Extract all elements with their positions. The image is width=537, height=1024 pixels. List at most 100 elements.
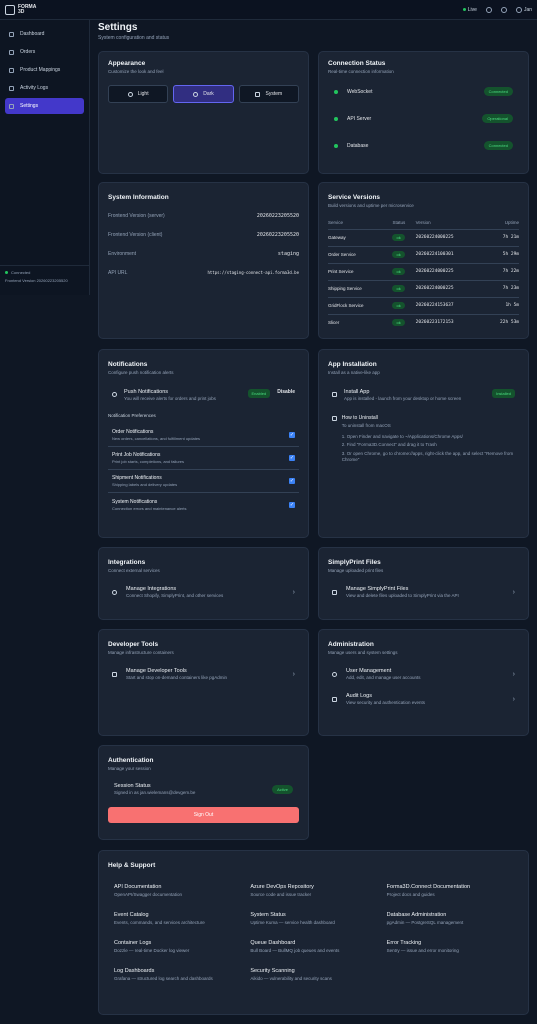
bell-icon	[112, 392, 117, 397]
help-link-event-catalog[interactable]: Event Catalog Events, commands, and servi…	[114, 912, 240, 925]
theme-dark-button[interactable]: Dark	[173, 85, 234, 103]
service-version: 20260224153637	[415, 296, 485, 314]
connection-name: WebSocket	[347, 88, 373, 95]
download-icon	[332, 392, 337, 397]
service-uptime: 7h 21m	[484, 228, 519, 246]
sysinfo-row: Frontend Version (server) 20260223205520	[108, 206, 299, 225]
help-support-card: Help & Support API Documentation OpenAPI/…	[98, 850, 529, 1015]
uninstall-step: 2. Find "Forma3D.Connect" and drag it to…	[341, 442, 437, 447]
help-title: Azure DevOps Repository	[250, 884, 314, 890]
manage-developer-tools-link[interactable]: Manage Developer Tools Start and stop on-…	[108, 668, 299, 680]
service-uptime: 1h 5m	[484, 296, 519, 314]
help-description: Source code and issue tracker	[250, 892, 312, 897]
connection-status: Connected	[11, 270, 31, 275]
monitor-icon	[255, 91, 261, 97]
manage-simplyprint-files-link[interactable]: Manage SimplyPrint Files View and delete …	[328, 586, 519, 598]
connection-name: Database	[347, 142, 369, 149]
sidebar-item-product-mappings[interactable]: Product Mappings	[5, 62, 84, 78]
audit-logs-link[interactable]: Audit Logs View security and authenticati…	[328, 693, 519, 705]
column-header: Service	[328, 220, 344, 226]
card-subtitle: Connect external services	[108, 568, 160, 573]
uninstall-step: 1. Open Finder and navigate to ~/Applica…	[341, 433, 463, 439]
sysinfo-value: 20260223205520	[256, 212, 299, 219]
service-uptime: 7h 23m	[484, 279, 519, 297]
help-link-security-scanning[interactable]: Security Scanning Aikido — vulnerability …	[250, 968, 376, 981]
status-badge: ok	[392, 285, 405, 292]
card-subtitle: Install as a native-like app	[328, 370, 380, 375]
card-title: Service Versions	[328, 194, 381, 201]
card-title: Notifications	[108, 361, 148, 368]
sidebar-item-activity-logs[interactable]: Activity Logs	[5, 80, 84, 96]
table-row: GridFlock Service ok 20260224153637 1h 5m	[328, 296, 519, 314]
card-title: App Installation	[328, 361, 377, 368]
main-content: Settings System configuration and status	[98, 22, 530, 41]
link-title: Manage Developer Tools	[126, 668, 187, 674]
sidebar-item-dashboard[interactable]: Dashboard	[5, 26, 84, 42]
pref-system-notifications: System Notifications Connection errors an…	[108, 493, 299, 516]
system-information-card: System Information Frontend Version (ser…	[98, 182, 309, 339]
status-dot-icon	[334, 89, 338, 94]
card-title: System Information	[108, 194, 169, 201]
card-title: Administration	[328, 641, 374, 648]
pref-checkbox[interactable]: ✓	[289, 501, 295, 508]
user-management-link[interactable]: User Management Add, edit, and manage use…	[328, 668, 519, 680]
help-link-queue-dashboard[interactable]: Queue Dashboard Bull Board — BullMQ job q…	[250, 940, 376, 953]
button-label: System	[265, 91, 283, 97]
help-link-api-docs[interactable]: API Documentation OpenAPI/Swagger documen…	[114, 884, 240, 897]
pref-print-job-notifications: Print Job Notifications Print job starts,…	[108, 447, 299, 470]
help-description: OpenAPI/Swagger documentation	[114, 892, 183, 897]
help-link-database-admin[interactable]: Database Administration pgAdmin — Postgre…	[387, 912, 513, 925]
manage-integrations-link[interactable]: Manage Integrations Connect Shopify, Simp…	[108, 586, 299, 598]
service-uptime: 22h 53m	[484, 313, 519, 331]
uninstall-step: 3. Or open Chrome, go to chrome://apps, …	[341, 450, 514, 463]
session-title: Session Status	[114, 783, 151, 789]
administration-card: Administration Manage users and system s…	[318, 629, 529, 736]
file-icon	[332, 589, 337, 595]
pref-checkbox[interactable]: ✓	[289, 455, 295, 461]
theme-light-button[interactable]: Light	[108, 85, 169, 103]
help-description: Uptime Kuma — service health dashboard	[250, 920, 335, 925]
help-link-log-dashboards[interactable]: Log Dashboards Grafana — structured log s…	[114, 968, 240, 981]
disable-button[interactable]: Disable	[277, 389, 295, 395]
column-header: Version	[415, 220, 431, 226]
table-row: Order Service ok 20260224100301 5h 29m	[328, 245, 519, 263]
users-icon	[332, 671, 337, 677]
link-title: Manage SimplyPrint Files	[346, 586, 409, 592]
pref-checkbox[interactable]: ✓	[289, 478, 295, 484]
service-version: 20260224100301	[415, 245, 485, 263]
help-link-documentation[interactable]: Forma3D.Connect Documentation Project doc…	[387, 884, 513, 897]
chevron-right-icon: ›	[292, 588, 295, 596]
sysinfo-label: Frontend Version (server)	[108, 212, 165, 219]
session-description: Signed in as jan.wielemans@devgem.be	[114, 790, 196, 795]
connection-name: API Server	[347, 115, 372, 122]
status-badge: ok	[392, 251, 405, 258]
sidebar-status: Connected Frontend Version 2026022320552…	[0, 265, 90, 287]
help-title: Queue Dashboard	[250, 940, 296, 946]
moon-icon	[193, 91, 199, 97]
pref-title: Order Notifications	[112, 429, 154, 435]
service-name: Print Service	[328, 262, 393, 280]
help-link-container-logs[interactable]: Container Logs Dozzle — real-time Docker …	[114, 940, 240, 953]
service-version: 20260223172153	[415, 313, 485, 331]
help-link-system-status[interactable]: System Status Uptime Kuma — service healt…	[250, 912, 376, 925]
activity-icon	[9, 85, 14, 91]
theme-system-button[interactable]: System	[238, 85, 299, 103]
bell-icon[interactable]	[500, 6, 507, 13]
link-title: Manage Integrations	[126, 586, 177, 592]
brand-logo[interactable]: FORMA 3D	[5, 4, 36, 15]
help-description: Sentry — issue and error monitoring	[386, 948, 459, 953]
help-link-error-tracking[interactable]: Error Tracking Sentry — issue and error m…	[387, 940, 513, 953]
simplyprint-files-card: SimplyPrint Files Manage uploaded print …	[318, 547, 529, 620]
sidebar-item-orders[interactable]: Orders	[5, 44, 84, 60]
table-row: Gateway ok 20260224000225 7h 21m	[328, 228, 519, 246]
help-link-azure-devops[interactable]: Azure DevOps Repository Source code and i…	[250, 884, 376, 897]
help-title: Security Scanning	[250, 968, 295, 974]
uninstall-os: To uninstall from macOS	[341, 423, 391, 428]
sign-out-button[interactable]: Sign Out	[108, 807, 299, 823]
theme-toggle-icon[interactable]	[485, 6, 492, 13]
service-version: 20260224000225	[415, 228, 485, 246]
user-menu[interactable]: Jan	[515, 6, 532, 13]
sidebar-item-settings[interactable]: Settings	[5, 98, 84, 114]
push-description: You will receive alerts for orders and p…	[124, 396, 216, 401]
pref-checkbox[interactable]: ✓	[289, 432, 295, 438]
